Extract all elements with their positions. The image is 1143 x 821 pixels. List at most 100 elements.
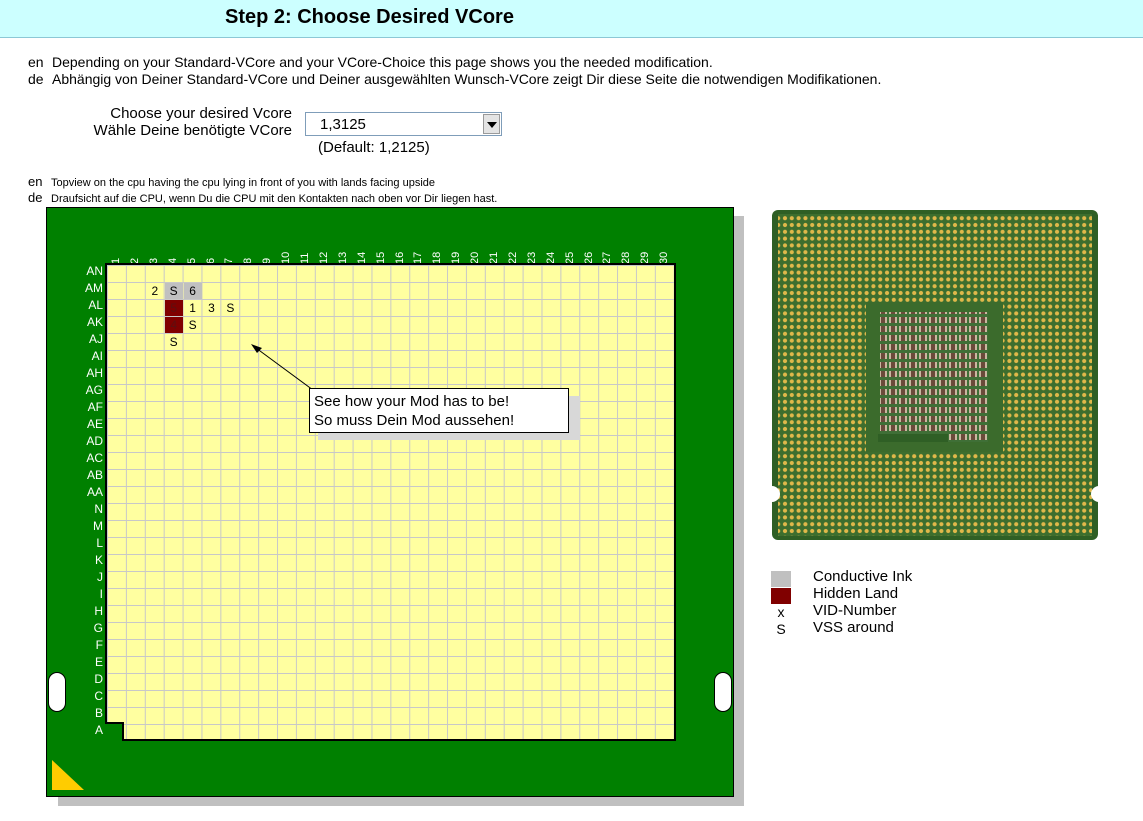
legend-swatch <box>771 588 791 604</box>
column-number: 13 <box>336 251 349 264</box>
topview-de: de Draufsicht auf die CPU, wenn Du die CP… <box>28 190 497 205</box>
lang-tag: de <box>28 71 44 87</box>
topview-en: en Topview on the cpu having the cpu lyin… <box>28 174 435 189</box>
row-label: AN <box>86 264 103 278</box>
column-number: 17 <box>412 251 425 264</box>
column-number: 1 <box>110 257 122 264</box>
row-label: AL <box>88 298 103 312</box>
row-label: D <box>94 672 103 686</box>
row-label: L <box>96 536 103 550</box>
callout-arrow-icon <box>251 344 314 391</box>
legend-symbol: S <box>776 621 786 637</box>
column-number: 27 <box>601 251 614 264</box>
land-grid: 2S6513S4SS <box>107 265 674 739</box>
row-label: E <box>94 655 103 669</box>
legend-label: Hidden Land <box>813 585 899 602</box>
column-number: 7 <box>223 257 236 264</box>
row-label: AE <box>86 417 103 431</box>
intro-en: en Depending on your Standard-VCore and y… <box>28 54 713 70</box>
column-number: 16 <box>393 251 406 264</box>
row-label: K <box>94 553 103 567</box>
land-cell-vss: S <box>226 301 235 315</box>
vcore-select-value: 1,3125 <box>320 116 366 133</box>
callout-line-de: So muss Dein Mod aussehen! <box>314 412 515 429</box>
land-cell-vss: S <box>188 318 197 332</box>
land-cell-conductive: 6 <box>183 283 202 299</box>
row-label: AG <box>85 383 103 397</box>
row-label: G <box>93 621 103 635</box>
column-number: 26 <box>582 251 595 264</box>
page-title: Step 2: Choose Desired VCore <box>225 6 514 28</box>
column-number: 12 <box>317 251 330 264</box>
column-number: 20 <box>469 251 482 264</box>
column-number: 15 <box>374 251 387 264</box>
column-number: 25 <box>563 251 576 264</box>
intro-text: Abhängig von Deiner Standard-VCore und D… <box>52 71 882 87</box>
column-number: 29 <box>639 251 652 264</box>
row-label: N <box>94 502 103 516</box>
column-number: 6 <box>204 257 217 264</box>
intro-de: de Abhängig von Deiner Standard-VCore und… <box>28 71 881 87</box>
topview-text: Draufsicht auf die CPU, wenn Du die CPU … <box>51 193 498 205</box>
row-label: AM <box>85 281 103 295</box>
row-label: AJ <box>88 332 103 346</box>
land-grid-corner-cutout <box>105 722 124 741</box>
row-label: AH <box>86 366 103 380</box>
row-label: B <box>94 706 103 720</box>
row-label: AD <box>86 434 103 448</box>
board-notch-right <box>714 672 732 712</box>
row-label: AK <box>86 315 103 329</box>
lang-tag: de <box>28 190 43 205</box>
row-label: AA <box>86 485 103 499</box>
header-bar: Step 2: Choose Desired VCore <box>0 0 1143 38</box>
column-number: 19 <box>450 251 463 264</box>
column-number: 9 <box>261 257 274 264</box>
row-label: I <box>99 587 103 601</box>
column-number: 21 <box>488 251 500 264</box>
callout-line-en: See how your Mod has to be! <box>314 393 510 410</box>
column-number: 30 <box>658 251 671 264</box>
column-number: 11 <box>299 252 311 264</box>
column-number: 2 <box>128 257 141 264</box>
column-number: 23 <box>525 251 538 264</box>
pin1-triangle-icon <box>52 760 84 790</box>
mod-callout: See how your Mod has to be! So muss Dein… <box>309 388 569 433</box>
topview-text: Topview on the cpu having the cpu lying … <box>51 177 436 189</box>
land-cell-vid: 1 <box>189 301 196 315</box>
column-number: 14 <box>355 251 368 264</box>
row-label: AB <box>86 468 103 482</box>
intro-text: Depending on your Standard-VCore and you… <box>52 54 713 70</box>
land-cell-vid: 2 <box>151 284 159 298</box>
legend-label: VSS around <box>813 619 894 636</box>
lang-tag: en <box>28 174 43 189</box>
column-number: 18 <box>431 251 444 264</box>
column-number: 10 <box>280 251 293 264</box>
vcore-label-de: Wähle Deine benötigte VCore <box>93 122 292 139</box>
legend-swatch <box>771 571 791 587</box>
legend-label: VID-Number <box>813 602 897 619</box>
vcore-label-en: Choose your desired Vcore <box>110 105 292 122</box>
default-vcore-text: (Default: 1,2125) <box>318 139 430 156</box>
row-label: C <box>94 689 103 703</box>
column-number: 28 <box>620 251 633 264</box>
land-cell-vss: S <box>169 335 178 349</box>
row-label: A <box>94 723 103 737</box>
land-cell-hidden: 4 <box>164 317 183 333</box>
cpu-photo <box>768 208 1103 542</box>
vcore-select[interactable]: 1,3125 <box>305 112 502 136</box>
column-number: 5 <box>185 257 198 264</box>
chevron-down-icon[interactable] <box>483 114 500 134</box>
row-label: H <box>94 604 103 618</box>
row-label: AC <box>86 451 103 465</box>
row-label: J <box>97 570 103 584</box>
column-number: 24 <box>544 251 557 264</box>
row-label: AF <box>87 400 103 414</box>
land-cell-conductive: S <box>164 283 183 299</box>
legend-symbol: x <box>777 604 785 620</box>
column-number: 22 <box>506 251 519 264</box>
land-cell-hidden: 5 <box>164 300 183 316</box>
row-label: AI <box>91 349 103 363</box>
lang-tag: en <box>28 54 44 70</box>
column-number: 8 <box>242 257 255 264</box>
row-label: M <box>93 519 103 533</box>
